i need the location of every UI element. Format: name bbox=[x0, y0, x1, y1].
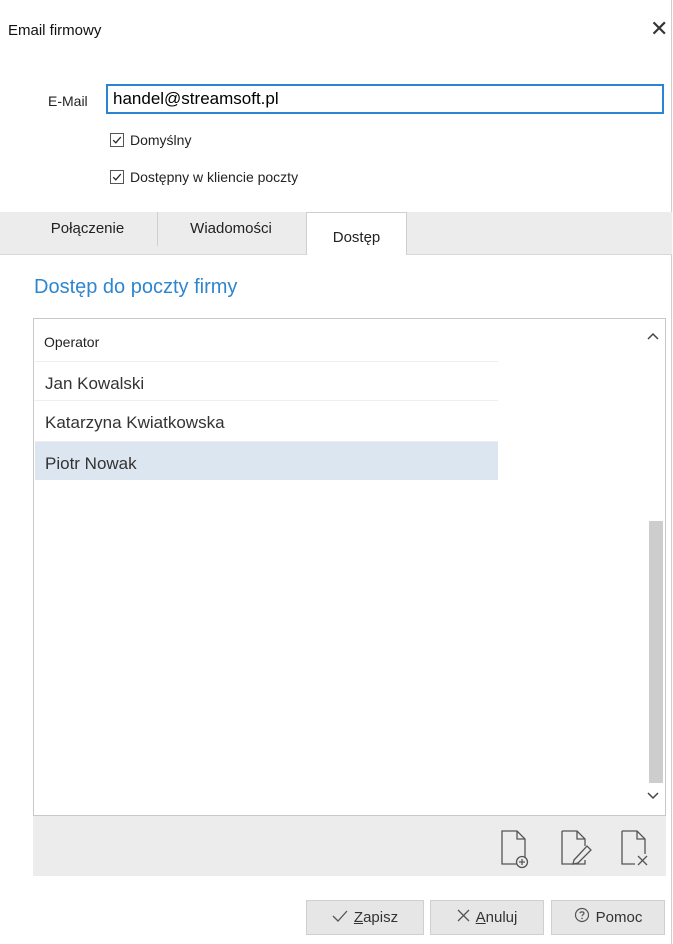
scroll-up-icon[interactable] bbox=[641, 327, 665, 347]
row-cell: Jan Kowalski bbox=[45, 374, 145, 393]
checkbox-checked-icon bbox=[110, 133, 124, 147]
table-row[interactable]: Katarzyna Kwiatkowska bbox=[35, 400, 498, 439]
check-icon bbox=[332, 909, 348, 927]
edit-document-icon[interactable] bbox=[557, 828, 593, 870]
email-label: E-Mail bbox=[48, 93, 88, 109]
mail-client-checkbox-label: Dostępny w kliencie poczty bbox=[130, 169, 299, 185]
vertical-scrollbar[interactable] bbox=[641, 319, 665, 815]
tab-label: Połączenie bbox=[50, 220, 125, 237]
dialog-window: Email firmowy ✕ E-Mail Domyślny Dostępny… bbox=[0, 0, 672, 944]
checkbox-checked-icon bbox=[110, 170, 124, 184]
grid-toolbar bbox=[33, 816, 666, 876]
tab-label: Wiadomości bbox=[190, 220, 272, 237]
window-title: Email firmowy bbox=[8, 22, 102, 39]
help-circle-icon bbox=[574, 907, 590, 928]
help-button[interactable]: Pomoc bbox=[551, 900, 665, 935]
mail-client-checkbox[interactable]: Dostępny w kliencie poczty bbox=[110, 169, 298, 185]
add-document-icon[interactable] bbox=[497, 828, 533, 870]
help-button-label: Pomoc bbox=[595, 909, 643, 926]
column-header-operator[interactable]: Operator bbox=[44, 334, 99, 350]
default-checkbox-label: Domyślny bbox=[130, 132, 192, 148]
x-icon bbox=[457, 909, 470, 927]
section-title: Dostęp do poczty firmy bbox=[34, 276, 238, 298]
save-button-mnemonic: Z bbox=[353, 909, 364, 926]
operators-grid[interactable]: Operator Jan Kowalski Katarzyna Kwiatkow… bbox=[33, 318, 666, 816]
scroll-down-icon[interactable] bbox=[641, 787, 665, 807]
cancel-button-label: nuluj bbox=[485, 909, 518, 926]
close-icon[interactable]: ✕ bbox=[650, 18, 668, 40]
email-field[interactable] bbox=[106, 84, 664, 114]
tab-label: Dostęp bbox=[332, 229, 381, 246]
delete-document-icon[interactable] bbox=[617, 828, 653, 870]
save-button-label: apisz bbox=[363, 909, 399, 926]
table-row-selected[interactable]: Piotr Nowak bbox=[35, 441, 498, 480]
tab-polaczenie[interactable]: Połączenie bbox=[18, 212, 158, 246]
default-checkbox[interactable]: Domyślny bbox=[110, 132, 191, 148]
tab-strip: Połączenie Wiadomości Dostęp bbox=[0, 212, 672, 255]
row-cell: Piotr Nowak bbox=[45, 454, 137, 473]
table-row[interactable]: Jan Kowalski bbox=[35, 361, 498, 400]
scrollbar-thumb[interactable] bbox=[649, 521, 663, 783]
cancel-button-mnemonic: A bbox=[475, 909, 486, 926]
cancel-button[interactable]: Anuluj bbox=[430, 900, 544, 935]
save-button[interactable]: Zapisz bbox=[306, 900, 424, 935]
tab-dostep[interactable]: Dostęp bbox=[306, 212, 407, 255]
tab-wiadomosci[interactable]: Wiadomości bbox=[158, 212, 304, 246]
row-cell: Katarzyna Kwiatkowska bbox=[45, 413, 225, 432]
